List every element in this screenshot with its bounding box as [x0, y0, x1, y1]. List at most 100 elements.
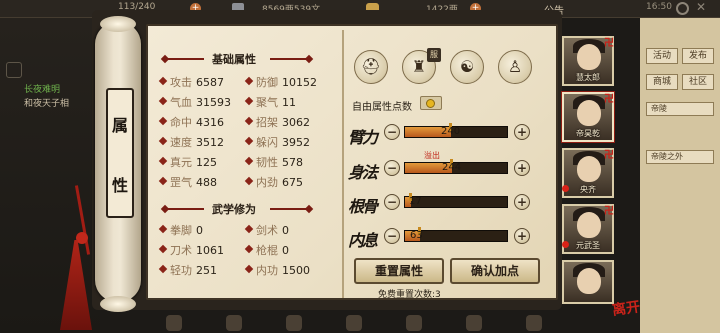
increase-agility-button[interactable]: + — [514, 160, 530, 176]
taiji-icon: ☯ — [459, 57, 475, 76]
character-portrait-active[interactable]: 卍帝昊乾 — [562, 92, 614, 142]
equip-slot-figure[interactable]: ♙ — [498, 50, 532, 84]
left-background-panel: 长夜难明 和夜天子相 — [0, 18, 100, 333]
breath-bar[interactable]: 63 — [404, 227, 508, 242]
stat-label-breath: 内息 — [348, 231, 378, 250]
avatar — [577, 156, 601, 182]
attr-hit: 命中 4316 — [158, 114, 224, 130]
decrease-constitution-button[interactable]: − — [384, 194, 400, 210]
avatar — [577, 268, 601, 294]
avatar — [577, 100, 601, 126]
avatar — [577, 212, 601, 238]
section-line-left — [168, 58, 204, 60]
avatar — [577, 44, 601, 70]
attr-hp: 气血 31593 — [158, 94, 231, 110]
agility-bar[interactable]: 244 — [404, 159, 508, 174]
character-mark-icon: 卍 — [604, 150, 614, 161]
toolbar-icon[interactable] — [526, 315, 542, 331]
attr-speed: 速度 3512 — [158, 134, 224, 150]
skill-fist: 拳脚 0 — [158, 222, 203, 238]
skill-sword: 剑术 0 — [244, 222, 289, 238]
character-portrait[interactable]: 卍元武圣 — [562, 204, 614, 254]
community-button[interactable]: 社区 — [682, 74, 714, 90]
menu-icon[interactable] — [6, 62, 22, 78]
equip-slot-armor[interactable]: ♜ 服 — [402, 48, 441, 84]
constitution-value: 17 — [409, 196, 422, 207]
strength-value: 240 — [441, 126, 461, 137]
toolbar-icon[interactable] — [346, 315, 362, 331]
toolbar-icon[interactable] — [226, 315, 242, 331]
toolbar-icon[interactable] — [466, 315, 482, 331]
free-points-box — [420, 96, 442, 110]
tab-label-char-1: 属 — [111, 116, 128, 135]
activity-button[interactable]: 活动 — [646, 48, 678, 64]
skill-lightness: 轻功 251 — [158, 262, 217, 278]
decrease-breath-button[interactable]: − — [384, 228, 400, 244]
martial-cultivation-title: 武学修为 — [212, 203, 256, 216]
attributes-tab[interactable] — [106, 88, 134, 218]
strength-bar[interactable]: 240 — [404, 123, 508, 138]
attr-true-essence: 真元 125 — [158, 154, 217, 170]
reset-attributes-button[interactable]: 重置属性 — [354, 258, 444, 284]
settings-gear-icon[interactable] — [676, 2, 689, 15]
attr-chi: 聚气 11 — [244, 94, 296, 110]
leave-button[interactable]: 离开 — [611, 296, 642, 320]
toolbar-icon[interactable] — [406, 315, 422, 331]
skill-blade: 刀术 1061 — [158, 242, 224, 258]
character-mark-icon: 卍 — [604, 38, 614, 49]
skill-inner: 内功 1500 — [244, 262, 310, 278]
decrease-strength-button[interactable]: − — [384, 124, 400, 140]
section-line-left — [168, 208, 204, 210]
toolbar-icon[interactable] — [166, 315, 182, 331]
constitution-bar[interactable]: 17 — [404, 193, 508, 208]
increase-breath-button[interactable]: + — [514, 228, 530, 244]
attr-gang-qi: 罡气 488 — [158, 174, 217, 190]
sheet-divider — [342, 30, 344, 298]
scroll-rod-cap-bottom — [100, 296, 136, 312]
point-coin-icon — [426, 99, 435, 108]
free-points-label: 自由属性点数 — [352, 102, 412, 113]
overflow-label: 溢出 — [424, 151, 440, 160]
increase-constitution-button[interactable]: + — [514, 194, 530, 210]
increase-strength-button[interactable]: + — [514, 124, 530, 140]
character-portrait[interactable]: 卍央齐 — [562, 148, 614, 198]
region-selected[interactable]: 帝陵之外 — [646, 150, 714, 164]
publish-button[interactable]: 发布 — [682, 48, 714, 64]
skill-spear: 枪棍 0 — [244, 242, 289, 258]
stat-label-agility: 身法 — [348, 163, 378, 182]
stat-label-strength: 臂力 — [348, 128, 378, 147]
hat-icon: ⛑ — [360, 57, 382, 76]
right-background-panel: 活动 发布 商城 社区 帝陵 帝陵之外 — [640, 18, 720, 333]
attr-toughness: 韧性 578 — [244, 154, 303, 170]
agility-value: 244 — [442, 162, 462, 173]
shop-button[interactable]: 商城 — [646, 74, 678, 90]
region-dropdown[interactable]: 帝陵 — [646, 102, 714, 116]
character-name: 帝昊乾 — [576, 129, 600, 138]
toolbar-icon[interactable] — [286, 315, 302, 331]
section-line-right — [270, 58, 306, 60]
character-mark-icon: 卍 — [604, 94, 614, 105]
confirm-allocation-button[interactable]: 确认加点 — [450, 258, 540, 284]
close-icon[interactable]: ✕ — [696, 0, 706, 14]
attr-dodge: 躲闪 3952 — [244, 134, 310, 150]
section-line-right — [270, 208, 306, 210]
decrease-agility-button[interactable]: − — [384, 160, 400, 176]
attr-attack: 攻击 6587 — [158, 74, 224, 90]
character-mark-icon: 卍 — [604, 206, 614, 217]
stat-label-constitution: 根骨 — [348, 197, 378, 216]
figure-icon: ♙ — [507, 57, 523, 76]
equip-slot-accessory[interactable]: ☯ — [450, 50, 484, 84]
tab-label-char-2: 性 — [111, 176, 128, 195]
free-reset-count: 免费重置次数:3 — [378, 290, 441, 300]
news-line-1: 长夜难明 — [24, 85, 61, 95]
scroll-rod-cap-top — [100, 16, 136, 32]
equip-slot-hat[interactable]: ⛑ — [354, 50, 388, 84]
character-name: 慧太郎 — [576, 73, 600, 82]
character-portrait[interactable]: 卍慧太郎 — [562, 36, 614, 86]
character-name: 元武圣 — [576, 241, 600, 250]
character-portrait[interactable] — [562, 260, 614, 304]
bottom-toolbar — [146, 312, 560, 333]
attr-defense: 防御 10152 — [244, 74, 317, 90]
attr-parry: 招架 3062 — [244, 114, 310, 130]
character-name: 央齐 — [580, 185, 596, 194]
